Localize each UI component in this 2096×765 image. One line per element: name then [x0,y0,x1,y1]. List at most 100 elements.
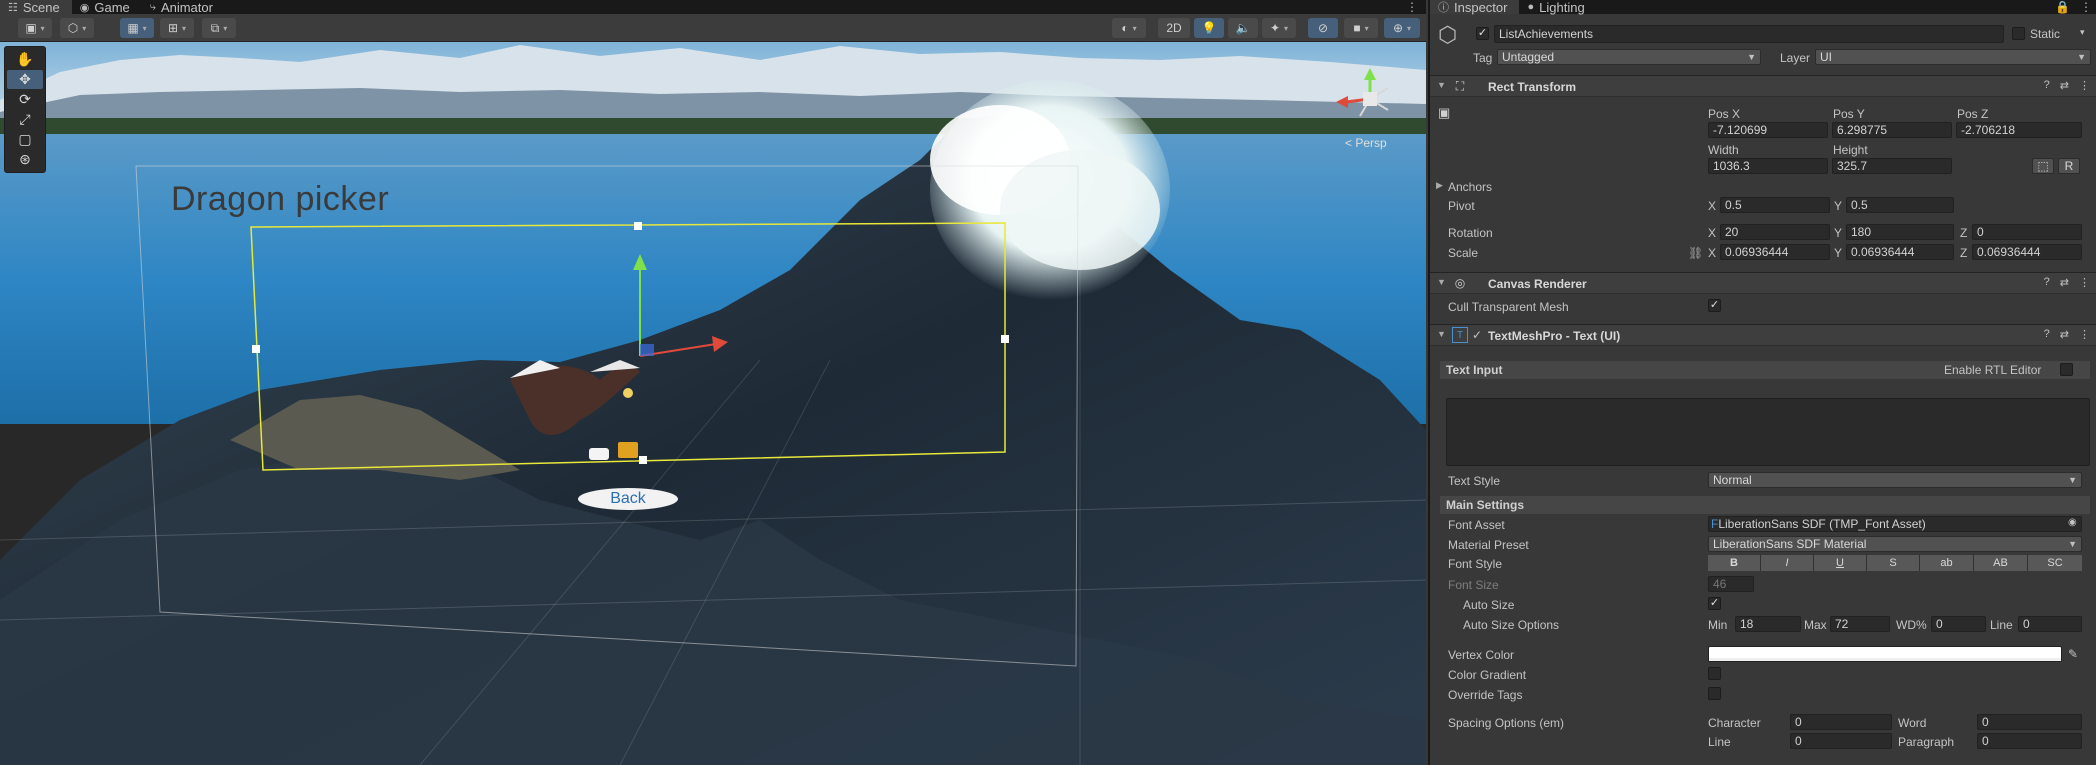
height-field[interactable]: 325.7 [1832,158,1952,174]
gizmos-button[interactable]: ⊕ ▾ [1384,18,1420,38]
anchor-preset-icon[interactable]: ▣ [1438,105,1450,121]
foldout-icon[interactable]: ▶ [1436,180,1443,191]
move-tool[interactable]: ✥ [7,70,43,89]
tag-dropdown[interactable]: Untagged ▼ [1497,49,1761,65]
rtl-editor-checkbox[interactable] [2060,363,2073,376]
lock-icon[interactable]: 🔒 [2055,0,2070,14]
font-asset-field[interactable]: FLiberationSans SDF (TMP_Font Asset) [1708,516,2082,532]
pos-x-field[interactable]: -7.120699 [1708,122,1828,138]
font-style-underline-button[interactable]: U [1814,555,1867,571]
draw-mode-icon: ▣ [25,21,37,35]
snap-increment-button[interactable]: ⊞ ▾ [160,18,194,38]
font-style-italic-button[interactable]: I [1761,555,1814,571]
color-gradient-checkbox[interactable] [1708,667,1721,680]
wd-field[interactable]: 0 [1931,616,1986,632]
shading-button[interactable]: ⬡ ▾ [60,18,94,38]
width-field[interactable]: 1036.3 [1708,158,1828,174]
help-icon[interactable]: ? [2044,328,2050,341]
scale-y-field[interactable]: 0.06936444 [1846,244,1954,260]
anchors-label[interactable]: Anchors [1448,180,1492,194]
font-style-smallcaps-button[interactable]: SC [2028,555,2082,571]
pivot-x-field[interactable]: 0.5 [1720,197,1830,213]
component-title: TextMeshPro - Text (UI) [1488,329,1621,343]
material-preset-dropdown[interactable]: LiberationSans SDF Material ▼ [1708,536,2082,552]
rect-tool[interactable]: ▢ [7,130,43,149]
rect-transform-header[interactable]: ▼ ⛶ Rect Transform ? ⇄ ⋮ [1430,75,2096,97]
preset-icon[interactable]: ⇄ [2060,328,2069,341]
font-style-bold-button[interactable]: B [1708,555,1761,571]
auto-size-checkbox[interactable]: ✓ [1708,597,1721,610]
line-spacing-field[interactable]: 0 [1790,733,1892,749]
active-checkbox[interactable]: ✓ [1476,27,1489,40]
tab-game[interactable]: ◉ Game [72,0,142,15]
object-picker-icon[interactable]: ◉ [2068,517,2077,528]
textmeshpro-header[interactable]: ▼ T ✓ TextMeshPro - Text (UI) ? ⇄ ⋮ [1430,324,2096,346]
rotation-z-field[interactable]: 0 [1972,224,2082,240]
more-menu-icon[interactable]: ⋮ [2080,0,2092,14]
camera-settings-button[interactable]: ■ ▾ [1344,18,1378,38]
override-tags-checkbox[interactable] [1708,687,1721,700]
link-icon[interactable]: ⛓ [1688,246,1703,260]
help-icon[interactable]: ? [2044,276,2050,289]
preset-icon[interactable]: ⇄ [2060,276,2069,289]
component-enabled-checkbox[interactable]: ✓ [1472,328,1482,342]
rotation-y-field[interactable]: 180 [1846,224,1954,240]
scale-z-field[interactable]: 0.06936444 [1972,244,2082,260]
draw-mode-button[interactable]: ▣ ▾ [18,18,52,38]
more-menu-icon[interactable]: ⋮ [2079,328,2090,341]
text-input-area[interactable] [1446,398,2090,466]
pivot-y-field[interactable]: 0.5 [1846,197,1954,213]
canvas-renderer-header[interactable]: ▼ ◎ Canvas Renderer ? ⇄ ⋮ [1430,272,2096,294]
object-name-field[interactable]: ListAchievements [1494,25,2004,43]
audio-toggle-button[interactable]: 🔈 [1228,18,1258,38]
font-style-lowercase-button[interactable]: ab [1920,555,1974,571]
scale-x-field[interactable]: 0.06936444 [1720,244,1830,260]
orientation-gizmo-icon[interactable] [1330,64,1410,134]
perspective-label[interactable]: < Persp [1345,136,1387,150]
raw-edit-button[interactable]: R [2058,158,2080,174]
rotate-tool[interactable]: ⟳ [7,90,43,109]
line-field[interactable]: 0 [2018,616,2082,632]
pos-y-field[interactable]: 6.298775 [1832,122,1952,138]
foldout-icon[interactable]: ▼ [1437,277,1446,287]
lighting-toggle-button[interactable]: 💡 [1194,18,1224,38]
tab-inspector[interactable]: ⓘ Inspector [1430,0,1520,15]
toggle-2d-button[interactable]: 2D [1158,18,1190,38]
grid-snap-button[interactable]: ▦ ▾ [120,18,154,38]
static-checkbox[interactable] [2012,27,2025,40]
help-icon[interactable]: ? [2044,79,2050,92]
effects-button[interactable]: ✦ ▾ [1262,18,1296,38]
tab-animator[interactable]: ⤷ Animator [142,0,225,15]
word-spacing-field[interactable]: 0 [1977,714,2082,730]
foldout-icon[interactable]: ▼ [1437,80,1446,90]
scene-viewport[interactable] [0,42,1426,765]
max-field[interactable]: 72 [1830,616,1890,632]
more-menu-icon[interactable]: ⋮ [2079,79,2090,92]
render-mode-button[interactable]: ◐ ▾ [1112,18,1146,38]
rotation-x-field[interactable]: 20 [1720,224,1830,240]
vertex-color-swatch[interactable] [1708,646,2062,662]
align-button[interactable]: ⧉ ▾ [202,18,236,38]
preset-icon[interactable]: ⇄ [2060,79,2069,92]
more-menu-icon[interactable]: ⋮ [2079,276,2090,289]
character-spacing-field[interactable]: 0 [1790,714,1892,730]
tab-scene[interactable]: ☷ Scene [0,0,72,15]
eyedropper-icon[interactable]: ✎ [2068,647,2078,661]
font-style-strikethrough-button[interactable]: S [1867,555,1920,571]
layer-dropdown[interactable]: UI ▼ [1815,49,2091,65]
transform-tool[interactable]: ⊛ [7,150,43,169]
tab-lighting[interactable]: ● Lighting [1519,0,1596,15]
text-style-dropdown[interactable]: Normal ▼ [1708,472,2082,488]
more-menu-icon[interactable]: ⋮ [1406,0,1418,14]
foldout-icon[interactable]: ▼ [1437,329,1446,339]
cull-transparent-mesh-checkbox[interactable]: ✓ [1708,299,1721,312]
static-dropdown-icon[interactable]: ▾ [2080,27,2085,38]
paragraph-spacing-field[interactable]: 0 [1977,733,2082,749]
hidden-objects-button[interactable]: ⊘ [1308,18,1338,38]
min-field[interactable]: 18 [1735,616,1801,632]
font-style-uppercase-button[interactable]: AB [1974,555,2028,571]
blueprint-mode-button[interactable]: ⬚ [2032,158,2054,174]
pos-z-field[interactable]: -2.706218 [1956,122,2082,138]
scale-tool[interactable]: ⤢ [7,110,43,129]
hand-tool[interactable]: ✋ [7,50,43,69]
